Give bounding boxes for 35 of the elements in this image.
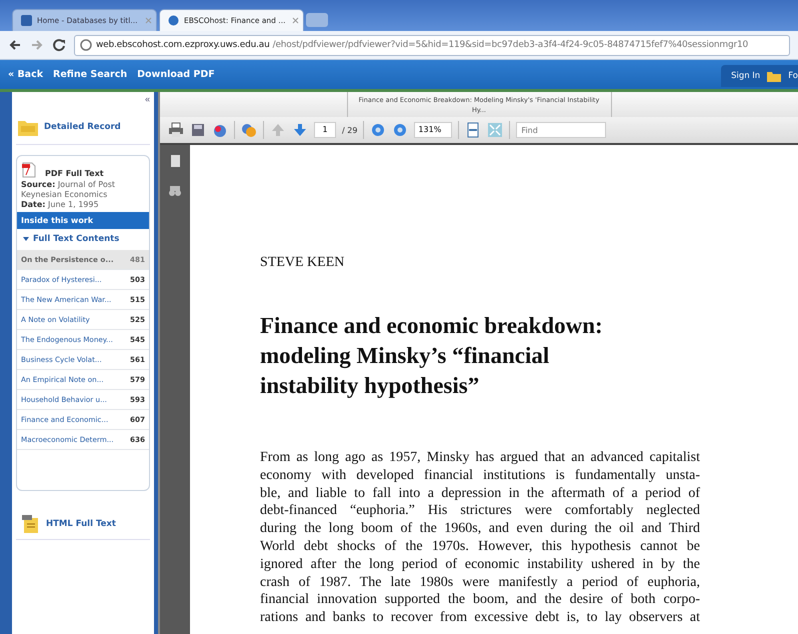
zoom-field[interactable]: 131% [414, 122, 452, 138]
html-full-text-link[interactable]: HTML Full Text [46, 519, 116, 529]
folder-link[interactable]: Fo [788, 71, 798, 81]
nav-link[interactable]: « Back [8, 69, 44, 80]
document-icon [22, 515, 38, 533]
section-header: Inside this work [17, 212, 149, 229]
page-number-field[interactable]: 1 [314, 122, 336, 138]
page-count: / 29 [342, 126, 358, 134]
article-paragraph: From as long ago as 1957, Minsky has argued that an advanced capitalist economy with developed financial institutions is fundamentally unsta- ble, and liable to fall into a depression in the aftermath of a period of debt-financed “euphoria.” His strictures were comfortably neglected during the long boom of the 1960s, and even during the oil and Third World debt shocks of the 1970s. However, this hypothesis cannot be ignored after the long period of economic instability ushered in by the crash of 1987. The late 1980s were manifestly a period of euphoria, financial innovation supported the boom, and the desire of both corpo- rations and banks to recover from excessive debt is, to lay observers at [260, 449, 700, 627]
address-bar[interactable]: web.ebscohost.com.ezproxy.uws.edu.au /ehost/pdfviewer/pdfviewer?vid=5&hid=119&sid=bc97deb3-a3f4-4f24-9c05-84874715fef7%40sessionmgr10 [74, 34, 790, 56]
binoculars-icon[interactable] [167, 183, 183, 199]
save-icon[interactable] [190, 122, 206, 138]
fit-page-icon[interactable] [465, 122, 482, 138]
reload-icon[interactable] [52, 38, 66, 52]
sign-in-link[interactable]: Sign In [731, 71, 760, 81]
date-text: Date: June 1, 1995 [20, 200, 100, 210]
caret-icon [23, 237, 29, 241]
print-icon[interactable] [168, 122, 184, 138]
find-field[interactable]: Find [516, 122, 606, 138]
detailed-record-link[interactable]: Detailed Record [44, 122, 121, 132]
source-text: Source: Journal of Post Keynesian Economics [20, 180, 116, 200]
article-title: Finance and economic breakdown: modeling Minsky’s “financial instability hypothesis” [260, 312, 604, 400]
nav-link[interactable]: Refine Search [53, 69, 128, 80]
folder-icon[interactable] [18, 118, 38, 136]
author-name: STEVE KEEN [260, 255, 346, 271]
nav-link[interactable]: Download PDF [137, 69, 215, 80]
page-icon [21, 15, 32, 26]
pdf-full-text-label: PDF Full Text [45, 169, 104, 178]
collapse-button[interactable]: « [144, 94, 150, 104]
back-icon[interactable] [8, 38, 22, 52]
close-icon[interactable] [290, 15, 302, 26]
pdf-icon [21, 162, 37, 178]
contents-toggle[interactable]: Full Text Contents [33, 234, 120, 244]
forward-icon[interactable] [30, 38, 44, 52]
down-arrow-icon[interactable] [292, 122, 308, 138]
